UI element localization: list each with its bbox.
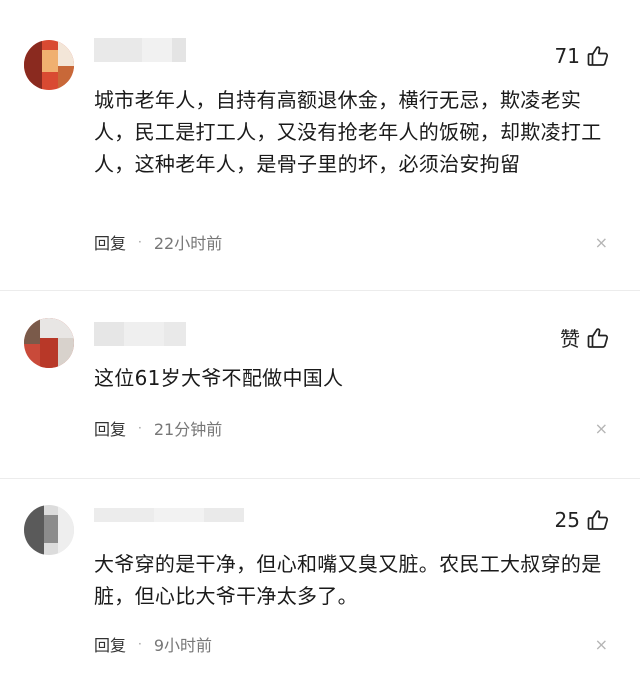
username-redacted[interactable] bbox=[94, 38, 186, 62]
comment-text: 城市老年人，自持有高额退休金，横行无忌，欺凌老实人，民工是打工人，又没有抢老年人… bbox=[94, 88, 602, 176]
reply-button[interactable]: 回复 bbox=[94, 416, 126, 440]
thumbs-up-icon bbox=[586, 326, 610, 350]
like-button[interactable]: 25 bbox=[555, 508, 610, 532]
separator-dot: · bbox=[138, 421, 142, 435]
close-icon[interactable]: × bbox=[595, 635, 608, 654]
avatar[interactable] bbox=[24, 40, 74, 90]
comment-time: 21分钟前 bbox=[153, 420, 223, 439]
comment-meta: 回复 · 22小时前 bbox=[94, 230, 222, 254]
like-label: 赞 bbox=[560, 327, 580, 351]
thumbs-up-icon bbox=[586, 508, 610, 532]
separator-dot: · bbox=[138, 235, 142, 249]
comment-item: 71 城市老年人，自持有高额退休金，横行无忌，欺凌老实人，民工是打工人，又没有抢… bbox=[0, 0, 640, 290]
comment-time: 22小时前 bbox=[153, 234, 223, 253]
reply-button[interactable]: 回复 bbox=[94, 230, 126, 254]
comment-meta: 回复 · 21分钟前 bbox=[94, 416, 222, 440]
avatar[interactable] bbox=[24, 505, 74, 555]
comment-time: 9小时前 bbox=[153, 636, 213, 655]
like-button[interactable]: 赞 bbox=[560, 323, 610, 352]
like-count: 71 bbox=[554, 44, 580, 68]
thumbs-up-icon bbox=[586, 44, 610, 68]
like-button[interactable]: 71 bbox=[555, 44, 610, 68]
username-redacted[interactable] bbox=[94, 322, 186, 346]
close-icon[interactable]: × bbox=[595, 419, 608, 438]
avatar[interactable] bbox=[24, 318, 74, 368]
divider bbox=[0, 290, 640, 291]
comment-meta: 回复 · 9小时前 bbox=[94, 632, 212, 656]
divider bbox=[0, 478, 640, 479]
reply-button[interactable]: 回复 bbox=[94, 632, 126, 656]
separator-dot: · bbox=[138, 637, 142, 651]
like-count: 25 bbox=[554, 508, 580, 532]
close-icon[interactable]: × bbox=[595, 233, 608, 252]
comment-text: 大爷穿的是干净，但心和嘴又臭又脏。农民工大叔穿的是脏，但心比大爷干净太多了。 bbox=[94, 552, 602, 608]
username-redacted[interactable] bbox=[94, 508, 244, 522]
comment-text: 这位61岁大爷不配做中国人 bbox=[94, 366, 344, 390]
